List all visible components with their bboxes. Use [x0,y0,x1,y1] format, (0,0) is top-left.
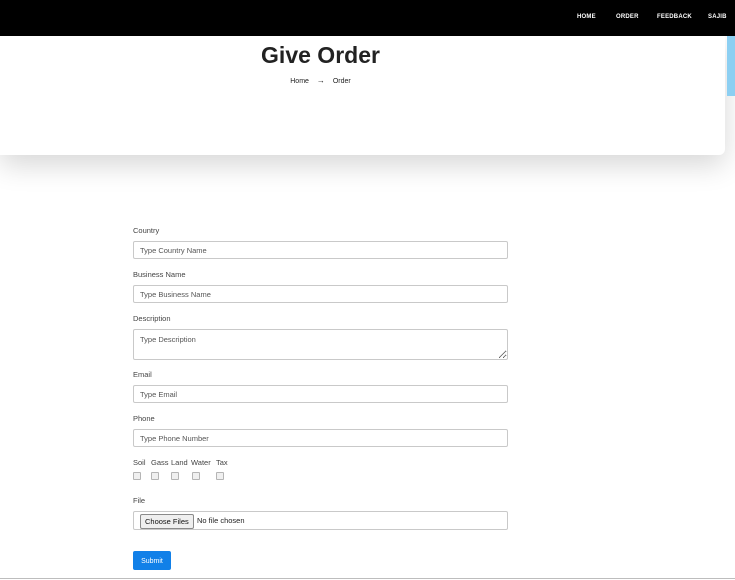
checkbox-label-gass: Gass [151,458,169,467]
email-input[interactable] [133,385,508,403]
scroll-indicator [727,36,735,96]
top-navbar: HOME ORDER FEEDBACK SAJIB [0,0,735,36]
checkbox-soil[interactable] [133,472,141,480]
choose-files-button[interactable]: Choose Files [140,514,194,529]
checkbox-label-land: Land [171,458,188,467]
breadcrumb: Home → Order [0,76,641,85]
checkbox-label-water: Water [191,458,211,467]
nav-link-user[interactable]: SAJIB [708,14,727,20]
arrow-right-icon: → [316,76,325,85]
email-label: Email [133,370,152,379]
page-bottom-divider [0,578,735,579]
country-label: Country [133,226,160,235]
checkbox-gass[interactable] [151,472,159,480]
country-input[interactable] [133,241,508,259]
file-input: Choose Files No file chosen [133,511,508,530]
page-title: Give Order [261,42,380,68]
checkbox-label-tax: Tax [216,458,228,467]
checkbox-water[interactable] [192,472,200,480]
nav-link-feedback[interactable]: FEEDBACK [657,14,692,20]
breadcrumb-home[interactable]: Home [290,78,309,85]
checkbox-tax[interactable] [216,472,224,480]
nav-link-home[interactable]: HOME [577,14,596,20]
description-label: Description [133,314,171,323]
checkbox-land[interactable] [171,472,179,480]
phone-input[interactable] [133,429,508,447]
business-name-input[interactable] [133,285,508,303]
file-status-text: No file chosen [197,516,245,525]
nav-link-order[interactable]: ORDER [616,14,639,20]
business-name-label: Business Name [133,270,186,279]
description-textarea[interactable] [133,329,508,360]
checkbox-label-soil: Soil [133,458,146,467]
file-label: File [133,496,146,505]
breadcrumb-current: Order [332,78,351,85]
submit-button[interactable]: Submit [133,551,171,570]
phone-label: Phone [133,414,155,423]
